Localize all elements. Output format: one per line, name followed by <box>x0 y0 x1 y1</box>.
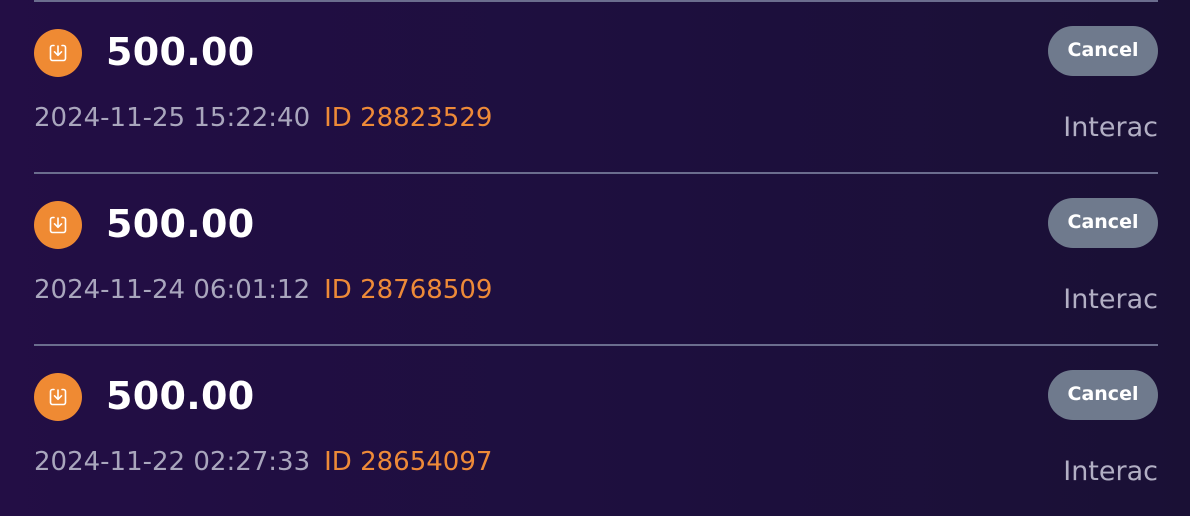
transaction-row: 500.00 2024-11-25 15:22:40 ID 28823529 Ca… <box>0 0 1190 172</box>
payment-method: Interac <box>1063 112 1158 143</box>
deposit-download-icon <box>34 373 82 421</box>
payment-method: Interac <box>1063 456 1158 487</box>
transaction-amount: 500.00 <box>106 30 255 74</box>
transaction-row: 500.00 2024-11-22 02:27:33 ID 28654097 Ca… <box>0 344 1190 516</box>
cancel-button[interactable]: Cancel <box>1048 370 1158 420</box>
deposit-download-icon <box>34 201 82 249</box>
transaction-id: ID 28768509 <box>324 275 493 305</box>
transaction-datetime: 2024-11-22 02:27:33 <box>34 447 311 477</box>
transaction-amount: 500.00 <box>106 374 255 418</box>
cancel-button[interactable]: Cancel <box>1048 198 1158 248</box>
transaction-meta: 2024-11-25 15:22:40 ID 28823529 <box>34 98 492 138</box>
transaction-row: 500.00 2024-11-24 06:01:12 ID 28768509 Ca… <box>0 172 1190 344</box>
transaction-id: ID 28823529 <box>324 103 493 133</box>
transaction-datetime: 2024-11-24 06:01:12 <box>34 275 311 305</box>
payment-method: Interac <box>1063 284 1158 315</box>
transaction-list: 500.00 2024-11-25 15:22:40 ID 28823529 Ca… <box>0 0 1190 492</box>
transaction-id: ID 28654097 <box>324 447 493 477</box>
transaction-datetime: 2024-11-25 15:22:40 <box>34 103 311 133</box>
transaction-meta: 2024-11-24 06:01:12 ID 28768509 <box>34 270 492 310</box>
deposit-download-icon <box>34 29 82 77</box>
cancel-button[interactable]: Cancel <box>1048 26 1158 76</box>
transaction-amount: 500.00 <box>106 202 255 246</box>
transaction-meta: 2024-11-22 02:27:33 ID 28654097 <box>34 442 492 482</box>
